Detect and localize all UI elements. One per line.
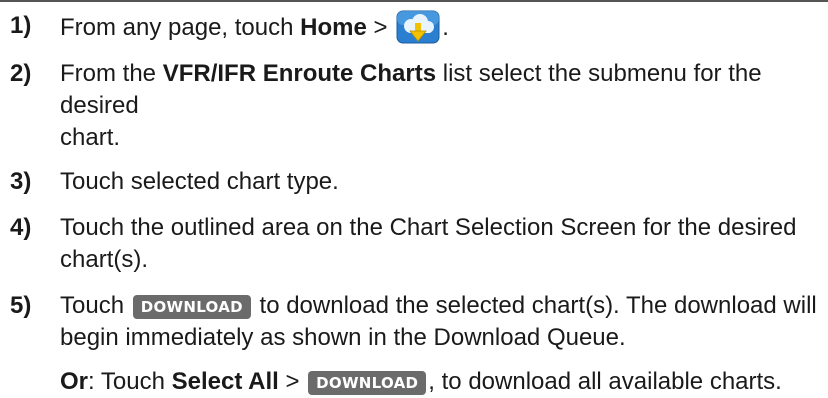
or-label: Or [60,368,89,395]
step-text: From the [60,60,163,87]
step-text-line2: chart. [60,124,121,151]
step-text: Touch the outlined area on the Chart Sel… [60,214,797,241]
step-number: 1) [10,12,32,39]
step-text-cont: to download the selected chart(s). The d… [252,292,817,319]
home-label: Home [300,14,367,41]
download-all-button[interactable]: DOWNLOAD [308,371,427,395]
step-5: 5) Touch DOWNLOAD to download the select… [0,290,828,354]
gt-separator: > [278,368,307,395]
gt-separator: > [366,14,395,41]
step-number: 3) [10,168,32,195]
step-text: From any page, touch [60,14,301,41]
or-text-end: , to download all available charts. [428,368,782,395]
step-4: 4) Touch the outlined area on the Chart … [0,212,828,276]
step-1: 1) From any page, touch Home > . [0,10,828,44]
step-number: 5) [10,292,32,319]
top-rule [0,0,828,2]
alternative-step: Or: Touch Select All > DOWNLOAD, to down… [0,366,828,398]
vfr-ifr-charts-label: VFR/IFR Enroute Charts [162,60,437,87]
step-text: Touch [60,292,131,319]
download-button[interactable]: DOWNLOAD [132,295,251,319]
step-number: 2) [10,60,32,87]
step-text-end: . [442,14,449,41]
step-text-line2: begin immediately as shown in the Downlo… [60,324,626,351]
step-number: 4) [10,214,32,241]
download-cloud-icon [396,10,440,44]
step-2: 2) From the VFR/IFR Enroute Charts list … [0,58,828,154]
select-all-label: Select All [171,368,279,395]
step-3: 3) Touch selected chart type. [0,166,828,198]
or-text: : Touch [88,368,172,395]
step-text-line2: chart(s). [60,246,149,273]
step-text: Touch selected chart type. [60,168,339,195]
instruction-steps: 1) From any page, touch Home > . 2) From… [0,10,828,398]
